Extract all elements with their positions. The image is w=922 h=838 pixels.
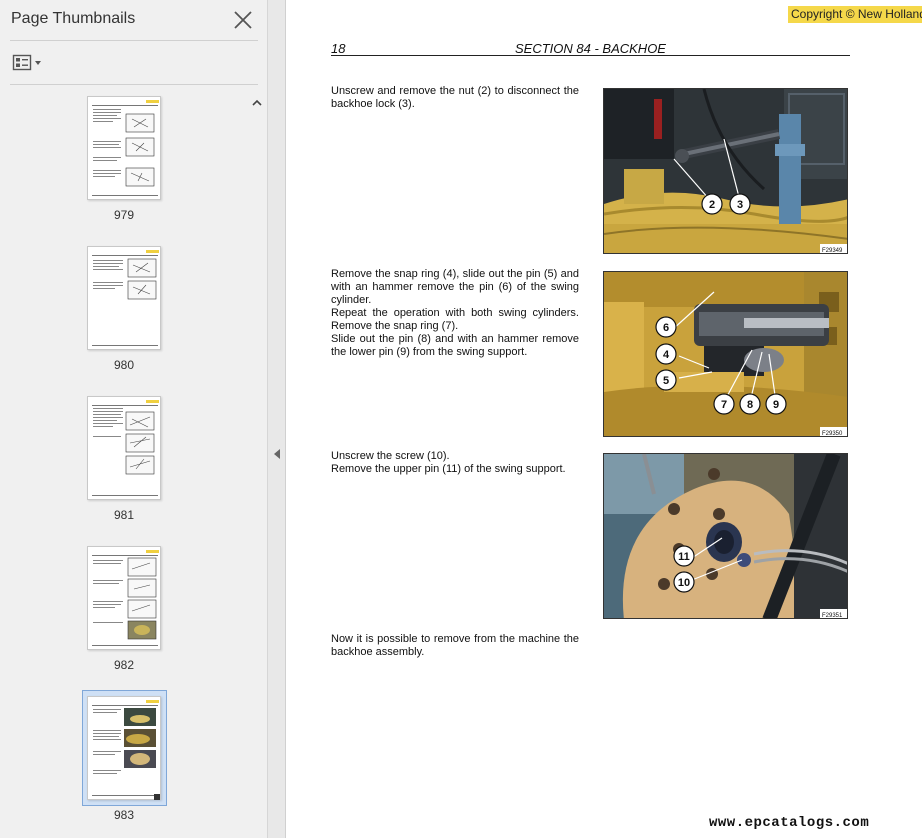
callout-label: 10 xyxy=(678,577,690,589)
section-title: SECTION 84 - BACKHOE xyxy=(515,41,666,56)
divider xyxy=(10,84,258,85)
thumbnail-page-number: 982 xyxy=(113,658,135,672)
document-page: Copyright © New Holland 18 SECTION 84 - … xyxy=(287,0,922,838)
instruction-text: Unscrew and remove the nut (2) to discon… xyxy=(331,85,579,110)
figure-photo: 11 10 F29351 xyxy=(603,453,848,619)
close-icon[interactable] xyxy=(232,9,254,31)
thumbnail-page-number: 983 xyxy=(113,808,135,822)
figure-code: F29351 xyxy=(822,613,843,619)
callout-label: 4 xyxy=(663,349,670,361)
header-rule xyxy=(331,55,850,56)
thumbnail-page-number: 980 xyxy=(113,358,135,372)
panel-title: Page Thumbnails xyxy=(11,10,136,27)
panel-header: Page Thumbnails xyxy=(0,0,268,40)
watermark-text: www.epcatalogs.com xyxy=(709,815,870,831)
instruction-text: Remove the snap ring (4), slide out the … xyxy=(331,268,579,358)
instruction-text: Now it is possible to remove from the ma… xyxy=(331,633,579,658)
figure-code: F29349 xyxy=(822,248,843,254)
callout-label: 6 xyxy=(663,322,669,334)
divider xyxy=(10,40,258,41)
thumbnails-panel: Page Thumbnails 979 980 981 982 983 xyxy=(0,0,268,838)
figure-photo: 6 4 5 7 8 9 F29350 xyxy=(603,271,848,437)
collapse-arrow-icon[interactable] xyxy=(274,446,280,459)
thumbnail-page-number: 979 xyxy=(113,208,135,222)
thumbnail-page-number: 981 xyxy=(113,508,135,522)
instruction-text: Unscrew the screw (10). Remove the upper… xyxy=(331,450,566,475)
callout-label: 9 xyxy=(773,399,779,411)
figure-code: F29350 xyxy=(822,431,843,437)
callout-label: 7 xyxy=(721,399,727,411)
callout-label: 5 xyxy=(663,375,669,387)
thumbnail-options-button[interactable] xyxy=(12,53,44,73)
figure-photo: 2 3 F29349 xyxy=(603,88,848,254)
panel-splitter[interactable] xyxy=(268,0,286,838)
page-thumbnail[interactable] xyxy=(87,546,161,650)
thumbnail-options-icon xyxy=(12,54,41,71)
page-number: 18 xyxy=(331,41,346,56)
page-thumbnail[interactable] xyxy=(87,246,161,350)
callout-label: 3 xyxy=(737,199,743,211)
callout-label: 2 xyxy=(709,199,715,211)
page-thumbnail[interactable] xyxy=(87,396,161,500)
page-thumbnail-selected[interactable] xyxy=(87,696,161,800)
copyright-badge: Copyright © New Holland xyxy=(788,6,922,23)
scroll-up-arrow-icon[interactable] xyxy=(251,96,263,108)
callout-label: 8 xyxy=(747,399,753,411)
page-thumbnail[interactable] xyxy=(87,96,161,200)
callout-label: 11 xyxy=(678,551,690,563)
